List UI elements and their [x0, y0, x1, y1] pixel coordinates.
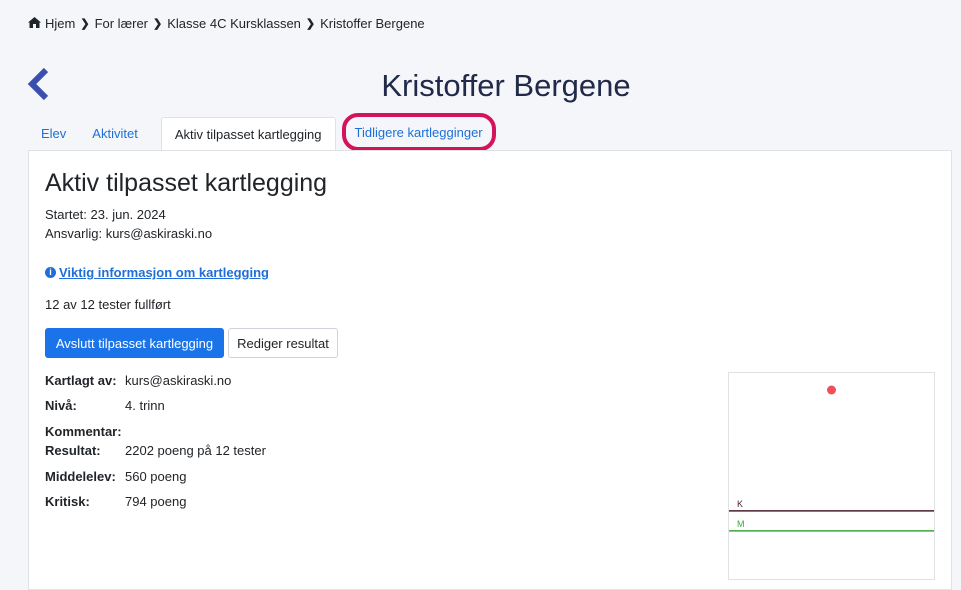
progress-text: 12 av 12 tester fullført	[45, 297, 171, 312]
detail-value: 560 poeng	[125, 469, 187, 484]
reference-label-m: M	[737, 519, 745, 529]
responsible: Ansvarlig: kurs@askiraski.no	[45, 226, 213, 241]
detail-label: Kritisk:	[45, 494, 90, 509]
result-chart-svg: KM	[729, 385, 934, 532]
detail-value: 4. trinn	[125, 398, 165, 413]
finish-assessment-button[interactable]: Avslutt tilpasset kartlegging	[45, 328, 224, 358]
info-link-label: Viktig informasjon om kartlegging	[59, 265, 269, 280]
detail-label: Kommentar:	[45, 424, 122, 439]
tab-elev[interactable]: Elev	[28, 117, 79, 151]
detail-label: Middelelev:	[45, 469, 116, 484]
content-card: Aktiv tilpasset kartlegging Startet: 23.…	[28, 150, 952, 590]
tab-aktivitet[interactable]: Aktivitet	[79, 117, 151, 151]
breadcrumb-student: Kristoffer Bergene	[320, 16, 425, 31]
breadcrumb-class[interactable]: Klasse 4C Kursklassen	[167, 16, 301, 31]
breadcrumb-teacher[interactable]: For lærer	[95, 16, 148, 31]
section-title: Aktiv tilpasset kartlegging	[45, 169, 328, 197]
tab-tidligere-kartlegginger[interactable]: Tidligere kartlegginger	[341, 113, 496, 151]
result-point	[827, 385, 836, 395]
home-icon[interactable]	[28, 16, 41, 31]
result-chart: KM	[728, 372, 935, 580]
reference-label-k: K	[737, 499, 743, 509]
detail-label: Nivå:	[45, 398, 77, 413]
chevron-right-icon: ❯	[80, 18, 90, 30]
detail-label: Kartlagt av:	[45, 373, 117, 388]
tab-bar: Elev Aktivitet Aktiv tilpasset kartleggi…	[28, 113, 496, 152]
detail-value: 2202 poeng på 12 tester	[125, 443, 266, 458]
page-title: Kristoffer Bergene	[381, 68, 631, 103]
started-date: Startet: 23. jun. 2024	[45, 207, 166, 222]
chevron-right-icon: ❯	[153, 18, 163, 30]
tab-aktiv-kartlegging[interactable]: Aktiv tilpasset kartlegging	[160, 117, 336, 152]
breadcrumb-home[interactable]: Hjem	[45, 16, 75, 31]
detail-value: kurs@askiraski.no	[125, 373, 232, 388]
chevron-right-icon: ❯	[305, 18, 316, 30]
detail-value: 794 poeng	[125, 494, 187, 509]
info-icon: i	[45, 267, 56, 278]
info-link[interactable]: i Viktig informasjon om kartlegging	[45, 265, 269, 280]
breadcrumb: Hjem ❯ For lærer ❯ Klasse 4C Kursklassen…	[28, 16, 425, 31]
edit-result-button[interactable]: Rediger resultat	[228, 328, 338, 358]
detail-label: Resultat:	[45, 443, 101, 458]
